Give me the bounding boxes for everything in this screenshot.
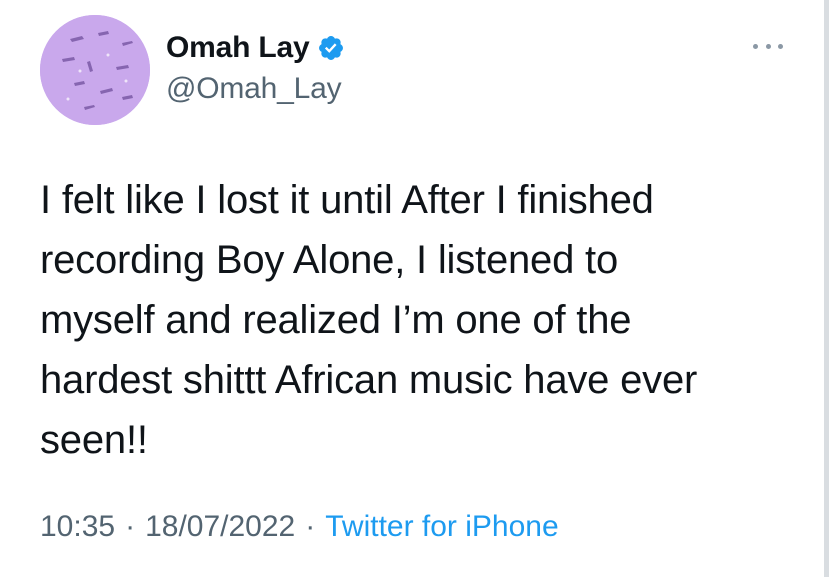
- user-handle[interactable]: @Omah_Lay: [166, 72, 345, 106]
- tweet-source-link[interactable]: Twitter for iPhone: [325, 510, 558, 544]
- avatar[interactable]: [40, 15, 150, 125]
- meta-separator: ·: [125, 510, 136, 543]
- name-row: Omah Lay: [166, 28, 345, 68]
- verified-badge-icon: [319, 36, 344, 60]
- tweet-card: Omah Lay @Omah_Lay I felt like I lost it…: [0, 0, 829, 577]
- meta-separator: ·: [305, 510, 316, 543]
- display-name[interactable]: Omah Lay: [166, 31, 310, 65]
- scrollbar[interactable]: [824, 0, 829, 577]
- tweet-meta: 10:35 · 18/07/2022 · Twitter for iPhone: [40, 510, 559, 544]
- tweet-time[interactable]: 10:35: [40, 510, 115, 544]
- tweet-text: I felt like I lost it until After I fini…: [40, 178, 698, 462]
- author-block: Omah Lay @Omah_Lay: [166, 28, 345, 106]
- avatar-image: [40, 15, 150, 125]
- more-options-icon[interactable]: [753, 36, 783, 56]
- tweet-date[interactable]: 18/07/2022: [145, 510, 295, 544]
